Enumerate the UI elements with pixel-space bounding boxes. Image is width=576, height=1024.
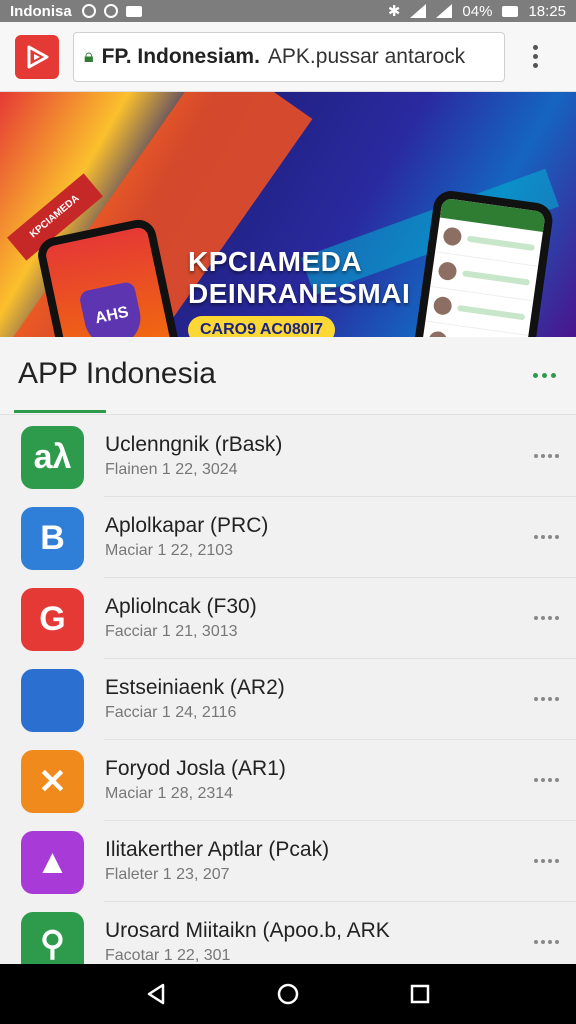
list-item[interactable]: ✕ Foryod Josla (AR1) Maciar 1 28, 2314 (0, 740, 576, 821)
app-meta: Maciar 1 22, 2103 (105, 542, 234, 559)
home-icon[interactable] (268, 974, 308, 1014)
signal-icon (436, 4, 453, 18)
system-icons: ✱ 04% 18:25 (387, 2, 566, 21)
more-options-icon[interactable] (534, 940, 559, 944)
more-options-icon[interactable] (534, 859, 559, 863)
list-item[interactable]: Estseiniaenk (AR2) Facciar 1 24, 2116 (0, 659, 576, 740)
app-name: Estseiniaenk (AR2) (105, 676, 285, 699)
battery-icon (502, 5, 519, 17)
promo-banner[interactable]: KPCIAMEDA AHS KPCIAMEDA DEINRANESMAI CAR… (0, 92, 576, 337)
banner-title: KPCIAMEDA DEINRANESMAI (188, 246, 428, 310)
banner-title-line: KPCIAMEDA (188, 246, 363, 277)
more-options-icon[interactable] (534, 454, 559, 458)
app-icon[interactable]: B (21, 507, 84, 570)
section-header: APP Indonesia (0, 337, 576, 415)
overflow-menu-icon[interactable] (523, 45, 547, 68)
carrier-label: Indonisa (10, 2, 72, 20)
bluetooth-icon: ✱ (387, 3, 401, 20)
tab-indicator (14, 410, 106, 413)
app-icon[interactable]: ⚲ (21, 912, 84, 964)
app-icon[interactable]: ▲ (21, 831, 84, 894)
app-name: Aplolkapar (PRC) (105, 514, 269, 537)
app-name: Urosard Miitaikn (Apoo.b, ARK (105, 919, 390, 942)
list-item[interactable]: ▲ Ilitakerther Aptlar (Pcak) Flaleter 1 23… (0, 821, 576, 902)
list-item[interactable]: ⚲ Urosard Miitaikn (Apoo.b, ARK Facotar 1 … (0, 902, 576, 964)
list-item[interactable]: G Apliolncak (F30) Facciar 1 21, 3013 (0, 578, 576, 659)
app-meta: Flainen 1 22, 3024 (105, 461, 238, 478)
url-path: APK.pussar antarock (267, 44, 466, 68)
navigation-bar (0, 964, 576, 1024)
app-name: Apliolncak (F30) (105, 595, 257, 618)
banner-cta-button[interactable]: CARO9 AC080I7 (188, 316, 336, 337)
app-meta: Facotar 1 22, 301 (105, 947, 231, 964)
lock-icon: 🔒︎ (84, 46, 94, 66)
more-options-icon[interactable] (534, 697, 559, 701)
notification-icons (81, 4, 142, 18)
app-meta: Maciar 1 28, 2314 (105, 785, 234, 802)
message-icon (125, 5, 142, 17)
more-options-icon[interactable] (534, 616, 559, 620)
app-name: Uclenngnik (rBask) (105, 433, 283, 456)
shield-icon: AHS (78, 280, 146, 337)
app-name: Ilitakerther Aptlar (Pcak) (105, 838, 330, 861)
status-bar: Indonisa ✱ 04% 18:25 (0, 0, 576, 22)
sync-icon (81, 4, 96, 18)
app-meta: Flaleter 1 23, 207 (105, 866, 230, 883)
battery-level: 04% (462, 2, 493, 20)
app-icon[interactable]: aλ (21, 426, 84, 489)
wifi-icon (410, 4, 427, 18)
section-more-icon[interactable] (533, 373, 556, 378)
app-notification-icon (103, 4, 118, 18)
app-list: aλ Uclenngnik (rBask) Flainen 1 22, 3024 B A… (0, 416, 576, 964)
app-icon[interactable]: ✕ (21, 750, 84, 813)
app-meta: Facciar 1 21, 3013 (105, 623, 238, 640)
list-item[interactable]: B Aplolkapar (PRC) Maciar 1 22, 2103 (0, 497, 576, 578)
url-bar[interactable]: 🔒︎ FP. Indonesiam. APK.pussar antarock (73, 31, 505, 82)
app-icon[interactable] (21, 669, 84, 732)
toolbar: 🔒︎ FP. Indonesiam. APK.pussar antarock (0, 22, 576, 92)
section-title: APP Indonesia (18, 357, 216, 390)
app-meta: Facciar 1 24, 2116 (105, 704, 237, 721)
url-domain: FP. Indonesiam. (101, 44, 260, 68)
app-icon[interactable]: G (21, 588, 84, 651)
more-options-icon[interactable] (534, 778, 559, 782)
list-item[interactable]: aλ Uclenngnik (rBask) Flainen 1 22, 3024 (0, 416, 576, 497)
back-icon[interactable] (136, 974, 176, 1014)
more-options-icon[interactable] (534, 535, 559, 539)
recents-icon[interactable] (400, 974, 440, 1014)
clock: 18:25 (528, 2, 566, 20)
play-icon[interactable] (15, 34, 59, 79)
banner-title-line: DEINRANESMAI (188, 278, 411, 309)
app-name: Foryod Josla (AR1) (105, 757, 286, 780)
